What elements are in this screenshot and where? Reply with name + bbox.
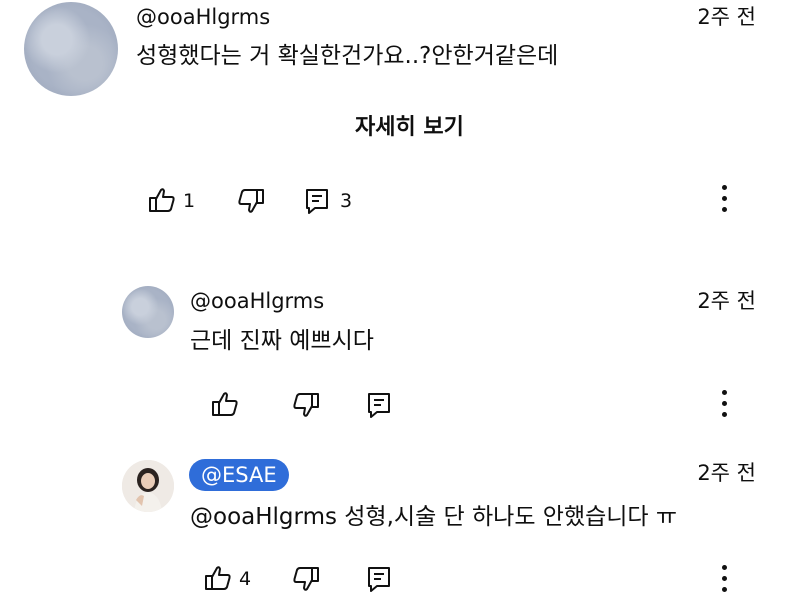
dislike-button[interactable] bbox=[292, 392, 320, 418]
reply-button[interactable] bbox=[367, 392, 391, 418]
read-more-button[interactable]: 자세히 보기 bbox=[355, 114, 464, 142]
thumbs-up-icon bbox=[204, 565, 232, 591]
more-vertical-icon[interactable] bbox=[722, 565, 727, 598]
avatar[interactable] bbox=[122, 286, 174, 338]
dislike-button[interactable] bbox=[292, 566, 320, 592]
comment-text: 성형했다는 거 확실한건가요..?안한거같은데 bbox=[136, 43, 559, 69]
like-count: 1 bbox=[183, 190, 196, 212]
comment-author[interactable]: @ooaHlgrms bbox=[190, 289, 324, 313]
more-vertical-icon[interactable] bbox=[722, 390, 727, 423]
thumbs-down-icon bbox=[237, 188, 265, 214]
like-button[interactable] bbox=[211, 391, 239, 417]
reply-button[interactable] bbox=[305, 188, 329, 214]
thumbs-down-icon bbox=[292, 392, 320, 418]
comment-time[interactable]: 2주 전 bbox=[676, 461, 756, 485]
comment-time[interactable]: 2주 전 bbox=[676, 289, 756, 313]
avatar[interactable] bbox=[24, 2, 118, 96]
dislike-button[interactable] bbox=[237, 188, 265, 214]
more-vertical-icon[interactable] bbox=[722, 185, 727, 218]
thumbs-up-icon bbox=[148, 187, 176, 213]
avatar[interactable] bbox=[122, 460, 174, 512]
reply-button[interactable] bbox=[367, 566, 391, 592]
comment-icon bbox=[367, 392, 391, 418]
like-button[interactable] bbox=[204, 565, 232, 591]
like-count: 4 bbox=[239, 568, 252, 590]
thumbs-up-icon bbox=[211, 391, 239, 417]
comment-text: 근데 진짜 예쁘시다 bbox=[190, 328, 374, 354]
comment-icon bbox=[305, 188, 329, 214]
comment-time[interactable]: 2주 전 bbox=[676, 5, 756, 29]
comment-text: @ooaHlgrms 성형,시술 단 하나도 안했습니다 ㅠ bbox=[190, 504, 678, 530]
reply-count: 3 bbox=[340, 190, 353, 212]
thumbs-down-icon bbox=[292, 566, 320, 592]
comment-icon bbox=[367, 566, 391, 592]
like-button[interactable] bbox=[148, 187, 176, 213]
creator-badge[interactable]: @ESAE bbox=[189, 459, 289, 491]
comment-author[interactable]: @ooaHlgrms bbox=[136, 5, 270, 29]
